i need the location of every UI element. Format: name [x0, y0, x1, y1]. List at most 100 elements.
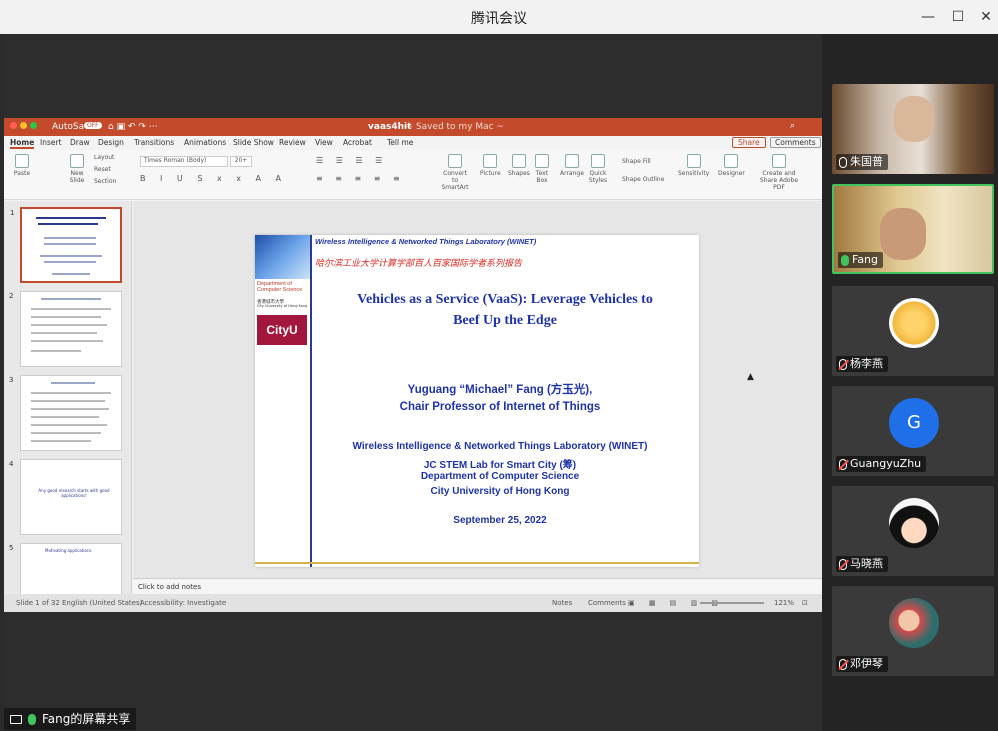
ppt-titlebar: AutoSave OFF ⌂ ▣ ↶ ↷ ⋯ vaas4hit — Saved …: [4, 118, 822, 136]
comments-button[interactable]: Comments: [770, 137, 821, 148]
shapes-button[interactable]: Shapes: [508, 154, 530, 177]
tab-design[interactable]: Design: [98, 138, 124, 147]
participant-name: 马晓燕: [850, 557, 883, 570]
participant-name: Fang: [852, 253, 879, 266]
thumbnail-slide-3[interactable]: 3: [9, 375, 122, 451]
participant-video: [880, 208, 926, 260]
notes-pane[interactable]: Click to add notes: [133, 578, 822, 594]
comments-toggle[interactable]: Comments: [588, 599, 626, 607]
avatar-letter: G: [907, 412, 921, 433]
department-label: Department of Computer Science: [257, 281, 303, 293]
tab-draw[interactable]: Draw: [70, 138, 90, 147]
thumbnail-slide-2[interactable]: 2: [9, 291, 122, 367]
new-slide-button[interactable]: New Slide: [64, 154, 90, 184]
slide-vertical-bar: [310, 235, 312, 567]
participant-name: 邓伊琴: [850, 657, 883, 670]
affiliation-stem: JC STEM Lab for Smart City (筹): [423, 460, 577, 471]
reset-button[interactable]: Reset: [94, 166, 111, 173]
cn-header: 哈尔滨工业大学计算学部百人百家国际学者系列报告: [315, 259, 523, 269]
ppt-toolbar-icons[interactable]: ⌂ ▣ ↶ ↷ ⋯: [108, 122, 158, 132]
font-size-select[interactable]: 20+: [230, 156, 252, 167]
speaker-title: Chair Professor of Internet of Things: [399, 401, 601, 413]
notes-toggle[interactable]: Notes: [552, 599, 572, 607]
share-button[interactable]: Share: [732, 137, 766, 148]
thumbnail-5-text: Motivating applications: [45, 548, 92, 553]
mic-muted-icon: [839, 658, 847, 670]
arrange-button[interactable]: Arrange: [560, 154, 584, 177]
participant-tile[interactable]: Fang: [832, 184, 994, 274]
tab-review[interactable]: Review: [279, 138, 306, 147]
participant-tile[interactable]: 朱国普: [832, 84, 994, 174]
notes-placeholder: Click to add notes: [138, 583, 201, 591]
participant-tile[interactable]: 马晓燕: [832, 486, 994, 576]
designer-button[interactable]: Designer: [718, 154, 745, 177]
textbox-button[interactable]: Text Box: [534, 154, 550, 184]
fit-slide-icon[interactable]: ⊡: [802, 599, 808, 607]
slide-title-line2: Beef Up the Edge: [453, 313, 557, 328]
section-button[interactable]: Section: [94, 178, 116, 185]
zoom-slider[interactable]: [700, 602, 764, 604]
minimize-icon[interactable]: —: [914, 6, 942, 28]
tab-transitions[interactable]: Transitions: [134, 138, 174, 147]
presentation-date: September 25, 2022: [453, 515, 547, 526]
participant-name: GuangyuZhu: [850, 457, 922, 470]
participant-video: [894, 96, 934, 142]
language-status[interactable]: English (United States): [62, 599, 142, 607]
create-share-pdf-button[interactable]: Create and Share Adobe PDF: [754, 154, 804, 191]
thumbnail-slide-5[interactable]: 5 Motivating applications: [9, 543, 122, 594]
thumbnail-slide-4[interactable]: 4 Any good research starts with good app…: [9, 459, 122, 535]
screen-share-indicator[interactable]: Fang的屏幕共享: [4, 708, 137, 730]
format-buttons[interactable]: B I U S x x A A: [140, 174, 287, 183]
accessibility-status[interactable]: Accessibility: Investigate: [140, 599, 226, 607]
tab-animations[interactable]: Animations: [184, 138, 226, 147]
paste-button[interactable]: Paste: [10, 154, 34, 177]
slide-canvas[interactable]: Department of Computer Science 香港城市大學 Ci…: [255, 235, 699, 567]
participant-tile[interactable]: 邓伊琴: [832, 586, 994, 676]
search-icon[interactable]: ⌕: [790, 121, 795, 131]
avatar: [889, 598, 939, 648]
convert-smartart-button[interactable]: Convert to SmartArt: [440, 154, 470, 191]
mic-icon: [839, 156, 847, 168]
participant-panel: 朱国普 Fang 杨李燕 G GuangyuZhu 马晓燕 邓伊琴: [822, 34, 998, 731]
tab-acrobat[interactable]: Acrobat: [343, 138, 372, 147]
tab-slideshow[interactable]: Slide Show: [233, 138, 274, 147]
participant-name: 杨李燕: [850, 357, 883, 370]
slide-thumbnails: 1 2 3 4 Any good research starts with go…: [4, 201, 132, 594]
tab-tellme[interactable]: Tell me: [387, 138, 413, 147]
font-select[interactable]: Times Roman (Body): [140, 156, 228, 167]
thumbnail-4-text: Any good research starts with good appli…: [38, 488, 110, 498]
quick-styles-button[interactable]: Quick Styles: [588, 154, 608, 184]
shape-outline-button[interactable]: Shape Outline: [622, 176, 664, 183]
layout-button[interactable]: Layout: [94, 154, 114, 161]
align-buttons[interactable]: ≡ ≡ ≡ ≡ ≡: [316, 174, 405, 183]
lab-header: Wireless Intelligence & Networked Things…: [315, 237, 537, 246]
zoom-level[interactable]: 121%: [774, 599, 794, 607]
sensitivity-button[interactable]: Sensitivity: [678, 154, 709, 177]
shape-fill-button[interactable]: Shape Fill: [622, 158, 651, 165]
title-bar: 腾讯会议 — ☐ ✕: [0, 0, 998, 34]
flower-image: [255, 235, 310, 279]
ppt-status-bar: Slide 1 of 32 English (United States) Ac…: [4, 594, 822, 612]
picture-button[interactable]: Picture: [480, 154, 501, 177]
paragraph-buttons[interactable]: ☰ ☰ ☰ ☰: [316, 156, 387, 165]
share-indicator-label: Fang的屏幕共享: [42, 712, 131, 726]
tab-view[interactable]: View: [315, 138, 333, 147]
maximize-icon[interactable]: ☐: [944, 6, 972, 28]
participant-tile[interactable]: 杨李燕: [832, 286, 994, 376]
participant-tile[interactable]: G GuangyuZhu: [832, 386, 994, 476]
traffic-lights[interactable]: [10, 122, 37, 132]
tab-insert[interactable]: Insert: [40, 138, 62, 147]
thumbnail-slide-1[interactable]: 1: [10, 207, 122, 283]
avatar: G: [889, 398, 939, 448]
speaker-name: Yuguang “Michael” Fang (方玉光),: [407, 384, 593, 396]
ribbon-tabs: Home Insert Draw Design Transitions Anim…: [4, 136, 822, 150]
screen-share-icon: [10, 714, 22, 724]
autosave-toggle[interactable]: OFF: [84, 122, 102, 129]
saved-status: — Saved to my Mac ~: [404, 122, 505, 132]
mic-icon: [28, 713, 36, 725]
cityu-logo: CityU: [257, 315, 307, 345]
mic-muted-icon: [839, 558, 847, 570]
close-icon[interactable]: ✕: [972, 6, 998, 28]
affiliation-univ: City University of Hong Kong: [430, 486, 570, 497]
tab-home[interactable]: Home: [10, 138, 35, 149]
